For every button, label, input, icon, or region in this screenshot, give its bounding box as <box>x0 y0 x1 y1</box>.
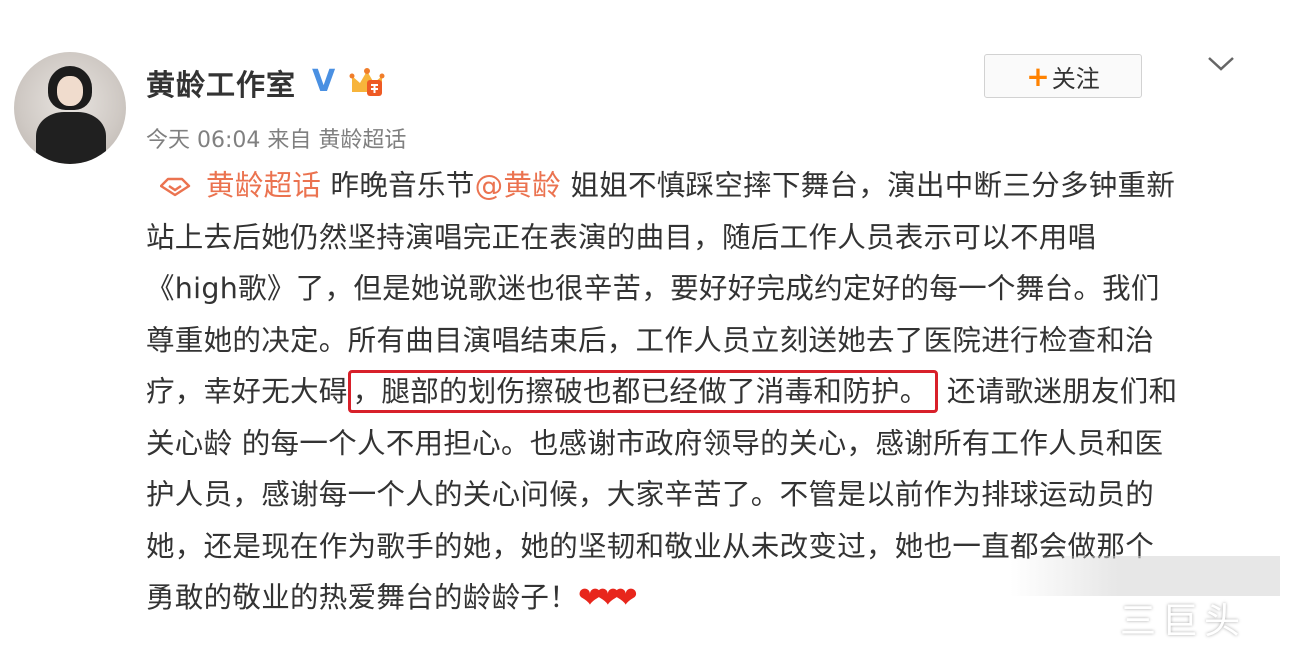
avatar-body <box>36 112 106 164</box>
super-topic-icon <box>160 177 191 197</box>
mention-link[interactable]: @黄龄 <box>475 169 561 202</box>
topic-link[interactable]: 黄龄超话 <box>206 169 321 202</box>
content-text: 疗，幸好无大碍 <box>146 375 348 408</box>
follow-label: 关注 <box>1051 64 1100 93</box>
avatar[interactable] <box>14 52 126 164</box>
content-text: 昨晚音乐节 <box>321 169 475 202</box>
plus-icon: + <box>1026 59 1050 93</box>
content-line: 《high歌》了，但是她说歌迷也很辛苦，要好好完成约定好的每一个舞台。我们 <box>146 272 1160 305</box>
chevron-down-icon[interactable] <box>1206 54 1236 74</box>
content-line: 尊重她的决定。所有曲目演唱结束后，工作人员立刻送她去了医院进行检查和治 <box>146 323 1155 357</box>
avatar-face <box>57 76 83 106</box>
vip-crown-icon[interactable] <box>349 66 385 98</box>
highlighted-text: ，腿部的划伤擦破也都已经做了消毒和防护。 <box>347 370 938 413</box>
watermark: 三巨头 <box>1120 601 1247 642</box>
content-line: 疗，幸好无大碍 ，腿部的划伤擦破也都已经做了消毒和防护。 还请歌迷朋友们和 <box>146 366 1246 418</box>
post-meta: 今天 06:04 来自 黄龄超话 <box>146 128 407 153</box>
content-text: 还请歌迷朋友们和 <box>937 375 1178 408</box>
content-line: 关心龄 的每一个人不用担心。也感谢市政府领导的关心，感谢所有工作人员和医 <box>146 426 1164 460</box>
username[interactable]: 黄龄工作室 <box>146 62 296 104</box>
verified-badge-icon: V <box>312 64 336 99</box>
content-text: 勇敢的敬业的热爱舞台的龄龄子！ <box>146 581 579 614</box>
hearts-emoji-icon: ❤❤❤ <box>578 581 638 614</box>
content-line: 护人员，感谢每一个人的关心问候，大家辛苦了。不管是以前作为排球运动员的 <box>146 478 1155 511</box>
follow-button[interactable]: + 关注 <box>984 54 1142 98</box>
content-line: 站上去后她仍然坚持演唱完正在表演的曲目，随后工作人员表示可以不用唱 <box>146 220 1097 254</box>
watermark-blur <box>1010 556 1280 596</box>
content-text: 姐姐不慎踩空摔下舞台，演出中断三分多钟重新 <box>560 169 1176 202</box>
post-content: 黄龄超话 昨晚音乐节@黄龄 姐姐不慎踩空摔下舞台，演出中断三分多钟重新 站上去后… <box>146 160 1246 624</box>
content-line: 黄龄超话 昨晚音乐节@黄龄 姐姐不慎踩空摔下舞台，演出中断三分多钟重新 <box>146 160 1246 212</box>
